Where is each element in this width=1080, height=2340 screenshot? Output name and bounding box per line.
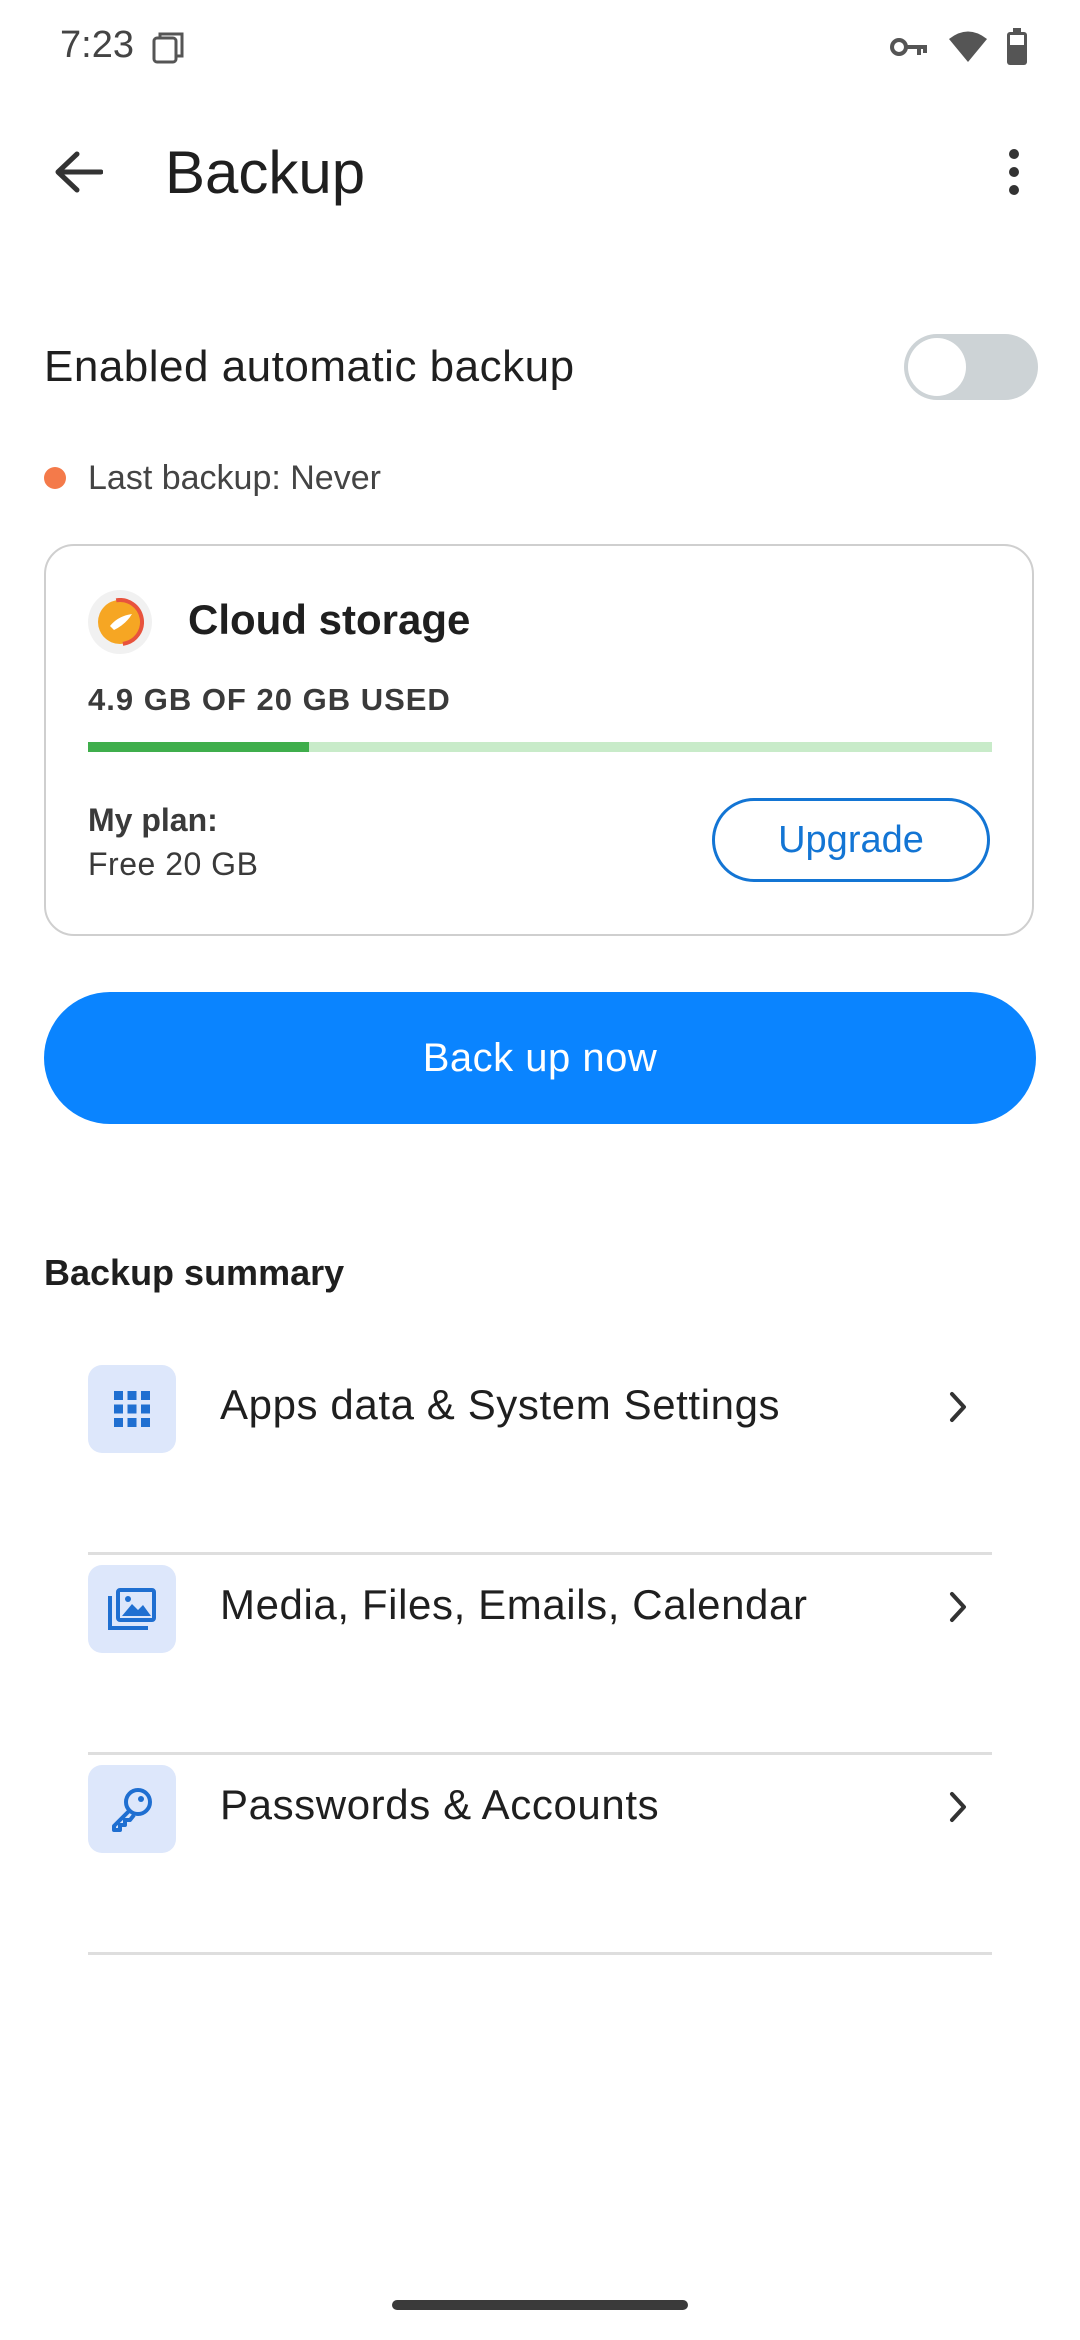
card-title: Cloud storage bbox=[188, 596, 471, 643]
status-time: 7:23 bbox=[60, 24, 134, 66]
back-button[interactable] bbox=[40, 136, 116, 212]
more-vertical-icon bbox=[1008, 148, 1020, 201]
storage-usage-text: 4.9 GB OF 20 GB USED bbox=[88, 682, 451, 717]
media-gallery-icon bbox=[88, 1565, 176, 1653]
vpn-key-icon bbox=[890, 35, 930, 64]
plan-value: Free 20 GB bbox=[88, 846, 259, 882]
plan-label: My plan: bbox=[88, 802, 218, 838]
chevron-right-icon bbox=[934, 1383, 982, 1431]
auto-backup-toggle[interactable] bbox=[904, 334, 1038, 400]
last-backup-text: Last backup: Never bbox=[88, 458, 381, 497]
auto-backup-row[interactable]: Enabled automatic backup bbox=[44, 330, 1038, 410]
backup-summary-heading: Backup summary bbox=[44, 1252, 345, 1293]
apps-grid-icon bbox=[88, 1365, 176, 1453]
page-title: Backup bbox=[165, 139, 366, 206]
auto-backup-label: Enabled automatic backup bbox=[44, 342, 575, 391]
back-up-now-button[interactable]: Back up now bbox=[44, 992, 1036, 1124]
wifi-icon bbox=[948, 30, 988, 69]
storage-usage-fill bbox=[88, 742, 310, 752]
arrow-back-icon bbox=[53, 150, 104, 199]
cloud-storage-logo-icon bbox=[88, 590, 152, 654]
cloud-storage-card: Cloud storage 4.9 GB OF 20 GB USED My pl… bbox=[44, 544, 1034, 936]
summary-item-label: Media, Files, Emails, Calendar bbox=[220, 1581, 808, 1628]
chevron-right-icon bbox=[934, 1783, 982, 1831]
summary-item-label: Apps data & System Settings bbox=[220, 1381, 781, 1428]
summary-item-media-files[interactable]: Media, Files, Emails, Calendar bbox=[88, 1555, 992, 1755]
upgrade-button[interactable]: Upgrade bbox=[712, 798, 990, 882]
key-icon bbox=[88, 1765, 176, 1853]
last-backup-status: Last backup: Never bbox=[44, 458, 381, 498]
more-options-button[interactable] bbox=[976, 136, 1052, 212]
status-dot-icon bbox=[44, 467, 66, 489]
screenshot-notification-icon bbox=[150, 30, 186, 66]
summary-item-label: Passwords & Accounts bbox=[220, 1781, 660, 1828]
status-bar: 7:23 bbox=[0, 0, 1080, 96]
toggle-knob bbox=[908, 338, 966, 396]
chevron-right-icon bbox=[934, 1583, 982, 1631]
app-bar: Backup bbox=[0, 120, 1080, 220]
home-indicator[interactable] bbox=[392, 2300, 688, 2310]
summary-item-passwords[interactable]: Passwords & Accounts bbox=[88, 1755, 992, 1955]
battery-icon bbox=[1006, 28, 1028, 71]
storage-usage-bar bbox=[88, 742, 992, 752]
summary-item-apps-data[interactable]: Apps data & System Settings bbox=[88, 1355, 992, 1555]
status-icons bbox=[890, 28, 1028, 71]
backup-summary-list: Apps data & System Settings Media, Files… bbox=[88, 1355, 992, 1955]
